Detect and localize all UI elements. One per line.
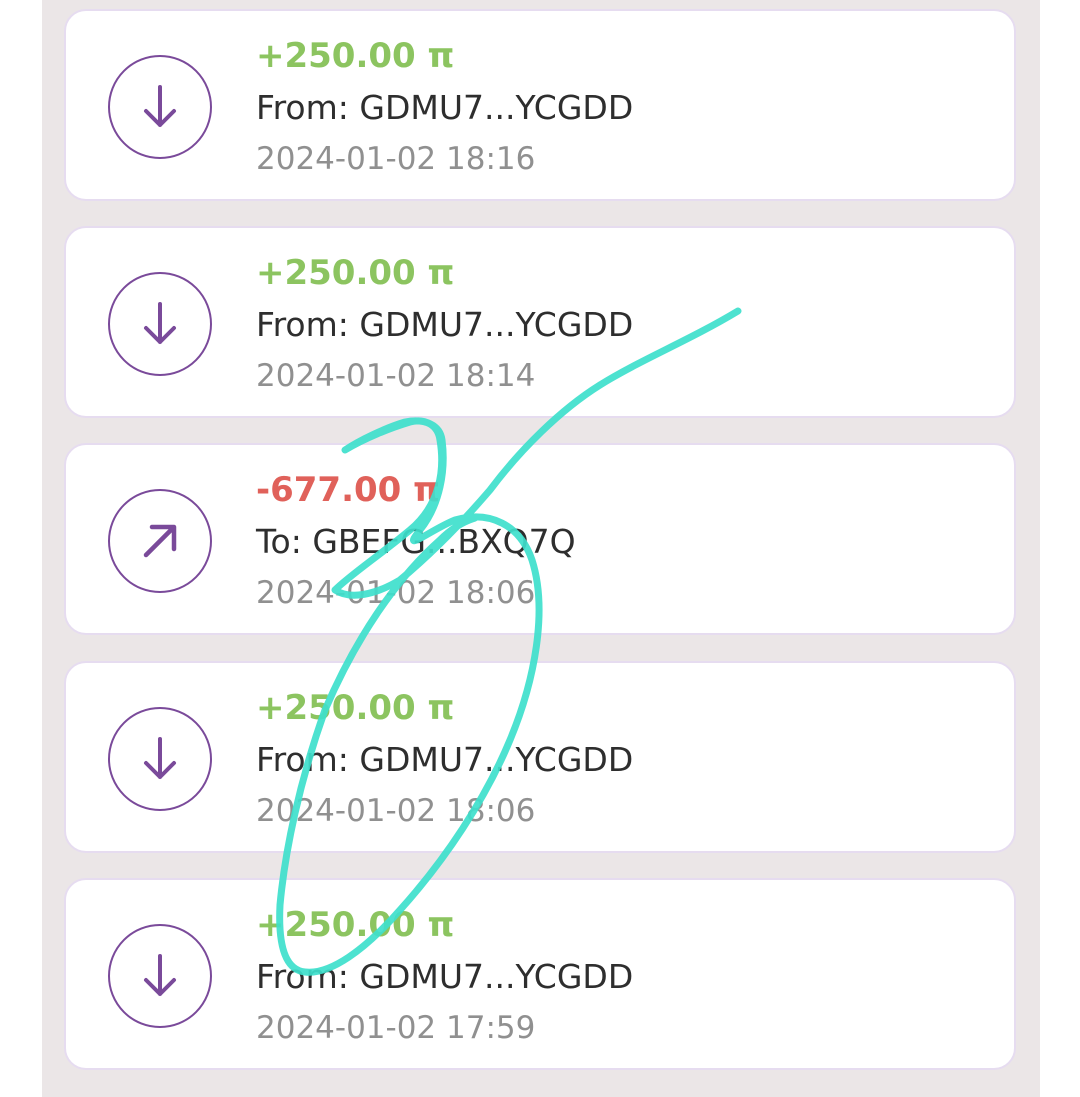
transaction-amount: -677.00 π	[256, 470, 441, 510]
transaction-counterparty: To: GBEFG...BXQ7Q	[256, 522, 576, 561]
arrow-down-icon	[108, 707, 212, 811]
transaction-counterparty: From: GDMU7...YCGDD	[256, 740, 634, 779]
transaction-date: 2024-01-02 18:16	[256, 141, 536, 177]
arrow-up-right-icon	[108, 489, 212, 593]
transaction-date: 2024-01-02 17:59	[256, 1010, 536, 1046]
transaction-counterparty: From: GDMU7...YCGDD	[256, 88, 634, 127]
transaction-card[interactable]: +250.00 π From: GDMU7...YCGDD 2024-01-02…	[64, 878, 1016, 1070]
transaction-date: 2024-01-02 18:06	[256, 793, 536, 829]
transaction-card[interactable]: +250.00 π From: GDMU7...YCGDD 2024-01-02…	[64, 661, 1016, 853]
arrow-down-icon	[108, 924, 212, 1028]
transaction-amount: +250.00 π	[256, 688, 455, 728]
transaction-date: 2024-01-02 18:14	[256, 358, 536, 394]
transaction-card[interactable]: +250.00 π From: GDMU7...YCGDD 2024-01-02…	[64, 226, 1016, 418]
transaction-amount: +250.00 π	[256, 905, 455, 945]
transaction-card[interactable]: -677.00 π To: GBEFG...BXQ7Q 2024-01-02 1…	[64, 443, 1016, 635]
transaction-counterparty: From: GDMU7...YCGDD	[256, 305, 634, 344]
transaction-date: 2024-01-02 18:06	[256, 575, 536, 611]
transaction-amount: +250.00 π	[256, 253, 455, 293]
arrow-down-icon	[108, 55, 212, 159]
transaction-card[interactable]: +250.00 π From: GDMU7...YCGDD 2024-01-02…	[64, 9, 1016, 201]
transaction-amount: +250.00 π	[256, 36, 455, 76]
transaction-history-page: +250.00 π From: GDMU7...YCGDD 2024-01-02…	[0, 0, 1080, 1097]
arrow-down-icon	[108, 272, 212, 376]
transaction-counterparty: From: GDMU7...YCGDD	[256, 957, 634, 996]
